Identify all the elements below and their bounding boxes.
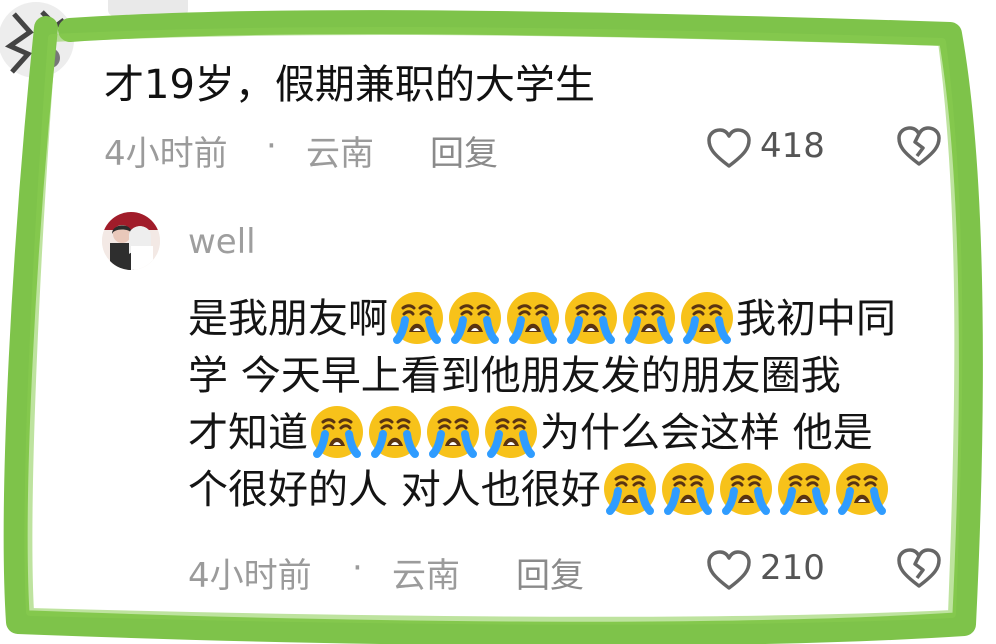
comment-time: 4小时前 [104, 134, 228, 174]
reply-line-2: 学 今天早上看到他朋友发的朋友圈我 [188, 343, 841, 401]
crying-face-icon [425, 404, 481, 460]
reply-like-count: 210 [760, 548, 825, 588]
reply-user-avatar[interactable] [102, 212, 160, 270]
reply-line-1: 是我朋友啊 我初中同 [188, 286, 896, 349]
crying-face-icon [483, 404, 539, 460]
reply-username[interactable]: well [188, 222, 256, 262]
comment-like-count: 418 [760, 126, 825, 166]
reply-line-3: 才知道 为什么会这样 他是 [188, 400, 873, 463]
crying-face-icon [505, 290, 561, 346]
crying-face-icon [718, 461, 774, 517]
heart-outline-icon[interactable] [705, 126, 753, 170]
screenshot-stage: 才19岁，假期兼职的大学生 4小时前 · 云南 回复 418 well 是我朋友… [0, 0, 996, 644]
reply-button[interactable]: 回复 [430, 126, 498, 175]
heart-outline-icon[interactable] [705, 548, 753, 592]
crying-face-icon [679, 290, 735, 346]
crying-face-icon [447, 290, 503, 346]
broken-heart-icon[interactable] [895, 546, 943, 590]
reply-text-segment: 学 今天早上看到他朋友发的朋友圈我 [188, 353, 841, 399]
reply-text-segment: 才知道 [188, 410, 308, 456]
reply-line-4: 个很好的人 对人也很好 [188, 457, 891, 520]
crying-face-icon [621, 290, 677, 346]
meta-separator: · [266, 126, 277, 166]
meta-separator: · [352, 548, 363, 588]
reply-text-segment: 个很好的人 对人也很好 [188, 467, 601, 513]
crying-face-icon [660, 461, 716, 517]
reply-reply-button[interactable]: 回复 [516, 548, 584, 597]
crying-face-icon [834, 461, 890, 517]
commenter-avatar[interactable] [0, 0, 80, 88]
reply-text-segment: 我初中同 [736, 296, 896, 342]
reply-time: 4小时前 [188, 556, 312, 596]
reply-text-segment: 是我朋友啊 [188, 296, 388, 342]
crying-face-icon [309, 404, 365, 460]
crying-face-icon [776, 461, 832, 517]
crying-face-icon [389, 290, 445, 346]
crying-face-icon [563, 290, 619, 346]
reply-location: 云南 [392, 556, 460, 596]
broken-heart-icon[interactable] [895, 124, 943, 168]
comment-text: 才19岁，假期兼职的大学生 [104, 62, 595, 108]
crying-face-icon [367, 404, 423, 460]
commenter-name-fragment [108, 0, 188, 16]
comment-location: 云南 [306, 134, 374, 174]
reply-text-segment: 为什么会这样 他是 [540, 410, 873, 456]
crying-face-icon [602, 461, 658, 517]
